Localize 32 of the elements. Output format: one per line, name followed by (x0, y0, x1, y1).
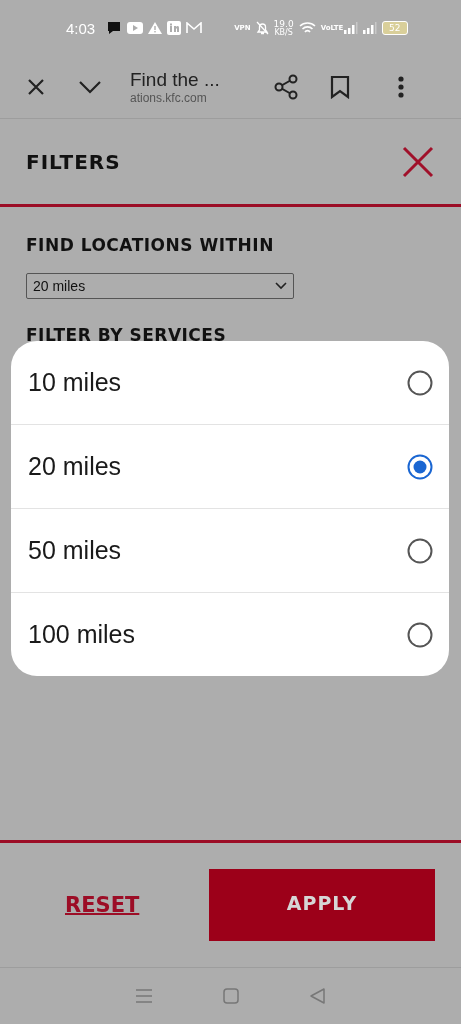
distance-option[interactable]: 20 miles (11, 424, 449, 508)
chat-icon (106, 21, 123, 35)
radio-button[interactable] (407, 369, 433, 396)
network-app-icon (167, 21, 182, 35)
option-label: 100 miles (28, 620, 135, 649)
signal-icon (362, 22, 377, 34)
page-url: ations.kfc.com (130, 91, 208, 105)
option-label: 10 miles (28, 368, 122, 397)
distance-option[interactable]: 100 miles (11, 592, 449, 676)
wifi-icon (298, 21, 316, 35)
signal-icon (343, 22, 358, 34)
dropdown-caret-icon (275, 282, 287, 290)
battery-indicator: 52 (381, 21, 408, 35)
mail-icon (186, 22, 203, 34)
network-speed-unit: KB/S (274, 28, 293, 37)
radio-button[interactable] (407, 453, 433, 480)
page-title: Find the ... (130, 69, 221, 91)
reset-link[interactable]: RESET (65, 893, 140, 917)
option-label: 20 miles (28, 452, 122, 481)
muted-bell-icon (255, 21, 269, 35)
radio-button[interactable] (407, 621, 433, 648)
apply-button[interactable]: APPLY (209, 869, 435, 941)
distance-option[interactable]: 50 miles (11, 508, 449, 592)
distance-label: FIND LOCATIONS WITHIN (26, 235, 275, 255)
option-label: 50 miles (28, 536, 122, 565)
warning-icon (148, 22, 163, 34)
play-icon (127, 22, 144, 34)
network-speed: 19.0 (273, 19, 294, 29)
distance-select[interactable]: 20 miles (26, 273, 294, 299)
filters-title: FILTERS (26, 149, 121, 174)
radio-button[interactable] (407, 537, 433, 564)
status-time: 4:03 (66, 19, 96, 37)
